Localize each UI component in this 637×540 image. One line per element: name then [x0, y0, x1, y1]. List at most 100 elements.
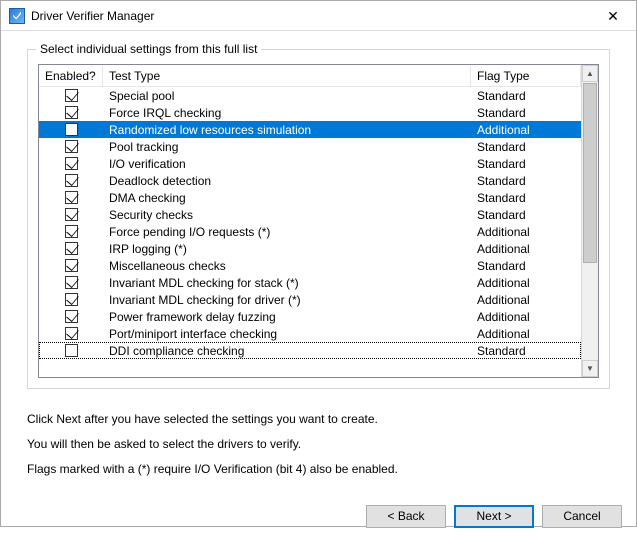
cell-enabled — [39, 174, 103, 187]
column-header-flag-type[interactable]: Flag Type — [471, 66, 581, 86]
cell-flag-type: Standard — [471, 89, 581, 103]
wizard-buttons: < Back Next > Cancel — [1, 493, 636, 540]
table-row[interactable]: Security checksStandard — [39, 206, 581, 223]
enabled-checkbox[interactable] — [65, 293, 78, 306]
list-header[interactable]: Enabled? Test Type Flag Type — [39, 65, 581, 87]
cell-flag-type: Standard — [471, 259, 581, 273]
cell-test-type: Force IRQL checking — [103, 106, 471, 120]
titlebar: Driver Verifier Manager ✕ — [1, 1, 636, 31]
cell-test-type: Invariant MDL checking for driver (*) — [103, 293, 471, 307]
cell-flag-type: Additional — [471, 225, 581, 239]
cell-enabled — [39, 140, 103, 153]
cell-enabled — [39, 225, 103, 238]
cell-test-type: Force pending I/O requests (*) — [103, 225, 471, 239]
cell-enabled — [39, 259, 103, 272]
cell-enabled — [39, 344, 103, 357]
cell-test-type: DMA checking — [103, 191, 471, 205]
cancel-button[interactable]: Cancel — [542, 505, 622, 528]
list-body: Enabled? Test Type Flag Type Special poo… — [39, 65, 581, 377]
table-row[interactable]: Port/miniport interface checkingAddition… — [39, 325, 581, 342]
cell-enabled — [39, 106, 103, 119]
cell-enabled — [39, 157, 103, 170]
cell-test-type: I/O verification — [103, 157, 471, 171]
cell-enabled — [39, 89, 103, 102]
close-button[interactable]: ✕ — [590, 1, 636, 31]
cell-flag-type: Additional — [471, 276, 581, 290]
enabled-checkbox[interactable] — [65, 191, 78, 204]
cell-enabled — [39, 191, 103, 204]
table-row[interactable]: Invariant MDL checking for stack (*)Addi… — [39, 274, 581, 291]
cell-enabled — [39, 293, 103, 306]
enabled-checkbox[interactable] — [65, 225, 78, 238]
table-row[interactable]: Miscellaneous checksStandard — [39, 257, 581, 274]
enabled-checkbox[interactable] — [65, 174, 78, 187]
instructions-line-3: Flags marked with a (*) require I/O Veri… — [27, 457, 610, 482]
enabled-checkbox[interactable] — [65, 157, 78, 170]
cell-flag-type: Additional — [471, 310, 581, 324]
cell-test-type: Security checks — [103, 208, 471, 222]
close-icon: ✕ — [607, 9, 619, 23]
cell-test-type: Randomized low resources simulation — [103, 123, 471, 137]
cell-enabled — [39, 310, 103, 323]
enabled-checkbox[interactable] — [65, 106, 78, 119]
column-header-test-type[interactable]: Test Type — [103, 66, 471, 86]
cell-flag-type: Standard — [471, 208, 581, 222]
cell-test-type: Deadlock detection — [103, 174, 471, 188]
cell-test-type: Invariant MDL checking for stack (*) — [103, 276, 471, 290]
cell-flag-type: Standard — [471, 191, 581, 205]
cell-enabled — [39, 208, 103, 221]
cell-test-type: Pool tracking — [103, 140, 471, 154]
table-row[interactable]: Special poolStandard — [39, 87, 581, 104]
cell-flag-type: Additional — [471, 293, 581, 307]
cell-flag-type: Standard — [471, 174, 581, 188]
enabled-checkbox[interactable] — [65, 242, 78, 255]
cell-flag-type: Additional — [471, 123, 581, 137]
table-row[interactable]: Force pending I/O requests (*)Additional — [39, 223, 581, 240]
table-row[interactable]: Invariant MDL checking for driver (*)Add… — [39, 291, 581, 308]
enabled-checkbox[interactable] — [65, 310, 78, 323]
table-row[interactable]: I/O verificationStandard — [39, 155, 581, 172]
instructions-line-2: You will then be asked to select the dri… — [27, 432, 610, 457]
cell-flag-type: Standard — [471, 157, 581, 171]
enabled-checkbox[interactable] — [65, 259, 78, 272]
table-row[interactable]: Power framework delay fuzzingAdditional — [39, 308, 581, 325]
scroll-track[interactable] — [582, 264, 598, 360]
enabled-checkbox[interactable] — [65, 208, 78, 221]
table-row[interactable]: IRP logging (*)Additional — [39, 240, 581, 257]
enabled-checkbox[interactable] — [65, 140, 78, 153]
cell-enabled — [39, 327, 103, 340]
instructions-line-1: Click Next after you have selected the s… — [27, 407, 610, 432]
cell-flag-type: Standard — [471, 344, 581, 358]
cell-test-type: Port/miniport interface checking — [103, 327, 471, 341]
scroll-up-button[interactable]: ▲ — [582, 65, 598, 82]
next-button[interactable]: Next > — [454, 505, 534, 528]
enabled-checkbox[interactable] — [65, 123, 78, 136]
instructions-text: Click Next after you have selected the s… — [27, 407, 610, 483]
table-row[interactable]: Deadlock detectionStandard — [39, 172, 581, 189]
group-label: Select individual settings from this ful… — [36, 42, 261, 56]
scroll-thumb[interactable] — [583, 83, 597, 263]
cell-flag-type: Additional — [471, 327, 581, 341]
cell-test-type: Power framework delay fuzzing — [103, 310, 471, 324]
scrollbar-vertical[interactable]: ▲ ▼ — [581, 65, 598, 377]
settings-list[interactable]: Enabled? Test Type Flag Type Special poo… — [38, 64, 599, 378]
cell-enabled — [39, 242, 103, 255]
cell-test-type: IRP logging (*) — [103, 242, 471, 256]
back-button[interactable]: < Back — [366, 505, 446, 528]
table-row[interactable]: DMA checkingStandard — [39, 189, 581, 206]
cell-test-type: Special pool — [103, 89, 471, 103]
table-row[interactable]: DDI compliance checkingStandard — [39, 342, 581, 359]
column-header-enabled[interactable]: Enabled? — [39, 66, 103, 86]
cell-flag-type: Standard — [471, 106, 581, 120]
cell-flag-type: Additional — [471, 242, 581, 256]
enabled-checkbox[interactable] — [65, 344, 78, 357]
content-area: Select individual settings from this ful… — [1, 31, 636, 493]
scroll-down-button[interactable]: ▼ — [582, 360, 598, 377]
enabled-checkbox[interactable] — [65, 276, 78, 289]
table-row[interactable]: Randomized low resources simulationAddit… — [39, 121, 581, 138]
table-row[interactable]: Force IRQL checkingStandard — [39, 104, 581, 121]
table-row[interactable]: Pool trackingStandard — [39, 138, 581, 155]
window-title: Driver Verifier Manager — [31, 9, 590, 23]
enabled-checkbox[interactable] — [65, 89, 78, 102]
enabled-checkbox[interactable] — [65, 327, 78, 340]
